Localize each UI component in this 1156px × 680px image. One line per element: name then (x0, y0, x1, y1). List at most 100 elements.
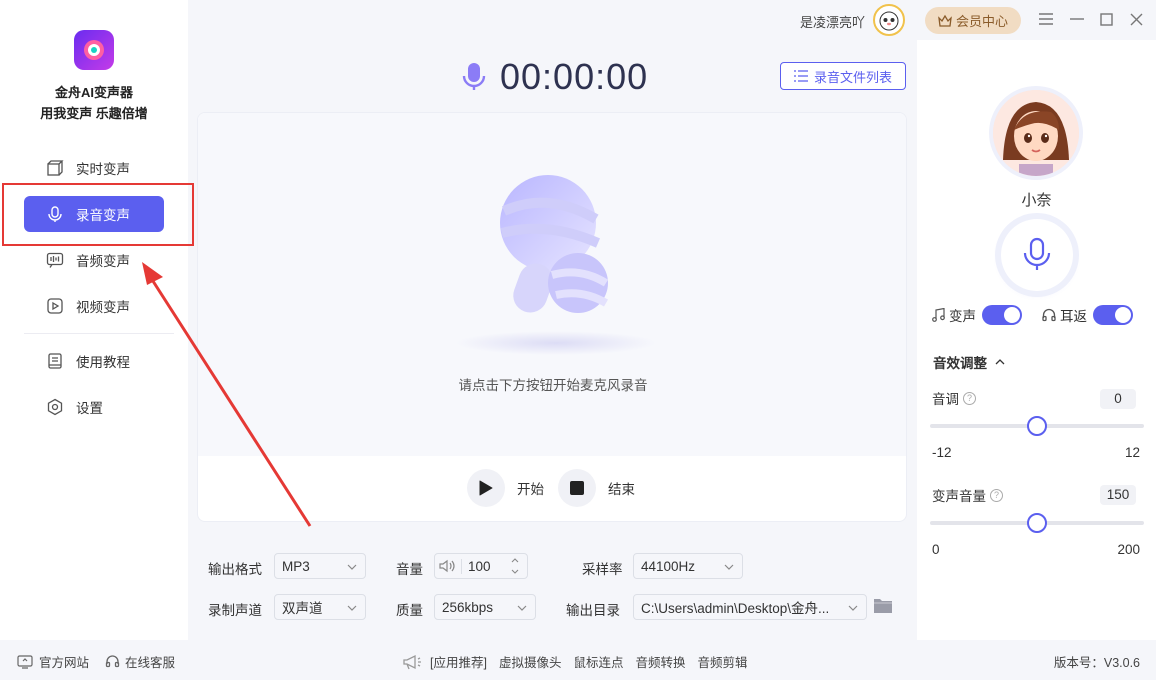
crown-icon (938, 14, 952, 28)
sample-rate-select[interactable]: 44100Hz (633, 553, 743, 579)
help-icon[interactable]: ? (990, 488, 1003, 502)
output-options: 输出格式 MP3 音量 100 采样率 44100Hz 录制声道 双声道 质量 … (197, 548, 907, 628)
pitch-slider-handle[interactable] (1027, 416, 1047, 436)
user-avatar[interactable] (873, 4, 905, 36)
pitch-slider[interactable] (930, 416, 1144, 436)
chevron-down-icon (848, 601, 858, 616)
username[interactable]: 是凌漂亮吖 (800, 12, 865, 31)
official-website-link[interactable]: 官方网站 (17, 652, 89, 671)
sidebar-item-label: 视频变声 (76, 300, 130, 315)
recording-timer: 00:00:00 (500, 56, 649, 97)
app-name: 金舟AI变声器 (54, 85, 133, 100)
app-recommendations: [应用推荐] 虚拟摄像头 鼠标连点 音频转换 音频剪辑 (402, 652, 748, 671)
help-icon[interactable]: ? (963, 391, 976, 405)
sidebar-item-label: 音频变声 (76, 254, 130, 269)
annotation-highlight-box (2, 183, 194, 246)
pitch-value[interactable]: 0 (1100, 389, 1136, 409)
settings-icon (46, 398, 64, 416)
footer: 官方网站 在线客服 [应用推荐] 虚拟摄像头 鼠标连点 音频转换 音频剪辑 版本… (0, 640, 1156, 680)
sample-rate-label: 采样率 (582, 562, 623, 577)
microphone-illustration (456, 175, 656, 355)
headset-icon (105, 654, 120, 669)
recording-timer-area: 00:00:00 (462, 56, 648, 98)
menu-icon[interactable] (1037, 10, 1055, 28)
quality-select[interactable]: 256kbps (434, 594, 536, 620)
sidebar-item-realtime[interactable]: 实时变声 (24, 150, 164, 186)
sidebar-item-tutorial[interactable]: 使用教程 (24, 343, 164, 379)
recommend-label: [应用推荐] (430, 656, 487, 670)
monitor-toggle-row: 耳返 (1042, 305, 1133, 325)
online-support-link[interactable]: 在线客服 (105, 652, 175, 671)
version-label: 版本号：V3.0.6 (1053, 656, 1140, 670)
voice-volume-value[interactable]: 150 (1100, 485, 1136, 505)
pitch-min: -12 (932, 445, 952, 460)
sidebar-item-settings[interactable]: 设置 (24, 389, 164, 425)
music-note-icon (932, 308, 945, 322)
volume-stepper[interactable]: 100 (434, 553, 528, 579)
pitch-max: 12 (1124, 445, 1140, 460)
folder-icon[interactable] (873, 596, 893, 617)
sidebar-item-label: 设置 (76, 401, 103, 416)
recommend-app-link[interactable]: 音频转换 (635, 652, 685, 671)
stop-icon (558, 469, 596, 507)
channel-select[interactable]: 双声道 (274, 594, 366, 620)
chevron-down-icon (347, 560, 357, 575)
chevron-down-icon (347, 601, 357, 616)
chevron-down-icon (517, 601, 527, 616)
recommend-app-link[interactable]: 鼠标连点 (573, 652, 623, 671)
minimize-icon[interactable] (1068, 10, 1086, 28)
vip-center-button[interactable]: 会员中心 (925, 7, 1021, 34)
voice-volume-slider[interactable] (930, 513, 1144, 533)
voice-test-microphone-button[interactable] (1001, 219, 1073, 291)
video-play-icon (46, 297, 64, 315)
channel-label: 录制声道 (208, 603, 262, 618)
book-icon (46, 352, 64, 370)
voice-volume-label: 变声音量 ? (932, 485, 1003, 505)
speaker-icon (439, 559, 455, 573)
voice-volume-slider-handle[interactable] (1027, 513, 1047, 533)
audio-wave-icon (46, 251, 64, 269)
voice-change-toggle-row: 变声 (932, 305, 1022, 325)
voice-panel: 小奈 变声 耳返 音效调整 音调 ? 0 -12 12 变声音量 ? 150 0… (917, 40, 1156, 640)
megaphone-icon (402, 654, 422, 670)
microphone-icon (1023, 237, 1051, 273)
monitor-toggle[interactable] (1093, 305, 1133, 325)
voice-volume-max: 200 (1117, 542, 1140, 557)
app-slogan: 用我变声 乐趣倍增 (40, 106, 148, 121)
voice-change-toggle[interactable] (982, 305, 1022, 325)
effects-section-toggle[interactable]: 音效调整 (933, 352, 1005, 372)
play-icon (467, 469, 505, 507)
sidebar-item-label: 使用教程 (76, 355, 130, 370)
sidebar-item-label: 实时变声 (76, 162, 130, 177)
recording-panel: 请点击下方按钮开始麦克风录音 开始 结束 (197, 112, 907, 522)
voice-volume-min: 0 (932, 542, 940, 557)
sidebar: 金舟AI变声器 用我变声 乐趣倍增 实时变声 录音变声 音频变声 视频变声 使用… (0, 0, 188, 640)
close-icon[interactable] (1127, 10, 1145, 28)
sidebar-item-audio[interactable]: 音频变声 (24, 242, 164, 278)
website-icon (17, 654, 33, 669)
recording-hint: 请点击下方按钮开始麦克风录音 (458, 378, 648, 393)
cube-icon (46, 159, 64, 177)
volume-label: 音量 (396, 562, 423, 577)
sidebar-divider (24, 333, 174, 334)
voice-name: 小奈 (1021, 192, 1052, 209)
recommend-app-link[interactable]: 音频剪辑 (698, 652, 748, 671)
format-select[interactable]: MP3 (274, 553, 366, 579)
pitch-label: 音调 ? (932, 388, 976, 408)
recording-file-list-button[interactable]: 录音文件列表 (780, 62, 906, 90)
voice-avatar[interactable] (989, 86, 1083, 180)
start-button[interactable]: 开始 (467, 469, 544, 507)
app-logo-icon (74, 30, 114, 70)
maximize-icon[interactable] (1097, 10, 1115, 28)
recommend-app-link[interactable]: 虚拟摄像头 (499, 652, 562, 671)
headphones-icon (1042, 308, 1056, 322)
microphone-icon (462, 61, 486, 93)
recording-stage (198, 113, 906, 456)
output-dir-select[interactable]: C:\Users\admin\Desktop\金舟... (633, 594, 867, 620)
stepper-arrows-icon[interactable] (511, 556, 519, 579)
quality-label: 质量 (396, 603, 423, 618)
sidebar-item-video[interactable]: 视频变声 (24, 288, 164, 324)
stop-button[interactable]: 结束 (558, 469, 635, 507)
chevron-up-icon (995, 358, 1005, 366)
chevron-down-icon (724, 560, 734, 575)
